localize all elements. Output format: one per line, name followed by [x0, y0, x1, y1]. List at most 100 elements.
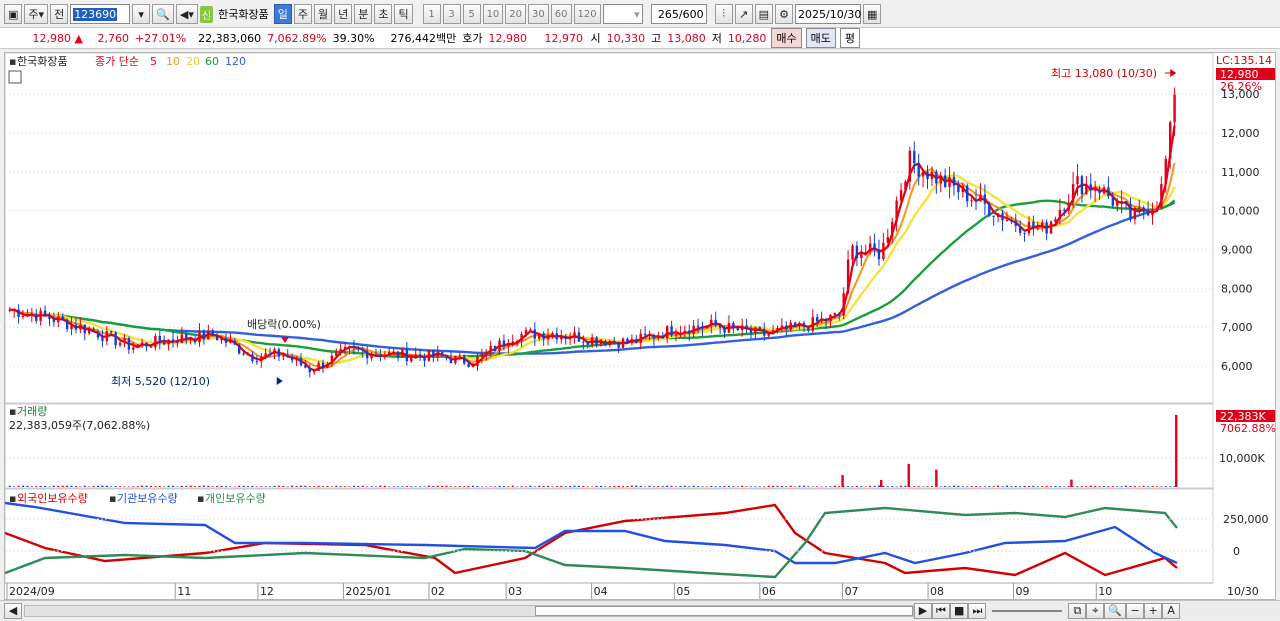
stock-code-input[interactable]: 123690	[70, 4, 131, 24]
volume-bar	[750, 486, 753, 487]
volume-ratio: 7,062.89%	[267, 31, 327, 45]
settings-gear-icon[interactable]: ⚙	[775, 4, 793, 24]
interval-10[interactable]: 10	[482, 4, 504, 24]
candle-body	[207, 330, 210, 340]
zoom-in-icon[interactable]: 🔍	[1104, 602, 1127, 619]
interval-3[interactable]: 3	[442, 4, 461, 24]
plus-icon[interactable]: +	[1144, 602, 1163, 619]
save-icon[interactable]: ▤	[754, 4, 773, 24]
search-icon[interactable]: 🔍	[152, 4, 174, 24]
volume-bar	[1001, 486, 1004, 487]
candle-body	[17, 309, 20, 317]
tab-tick[interactable]: 틱	[394, 4, 413, 24]
zoom-slider[interactable]	[992, 609, 1063, 612]
scroll-thumb[interactable]	[535, 605, 913, 616]
chart-window-icon[interactable]: ▣	[4, 4, 23, 24]
date-input[interactable]: 2025/10/30	[795, 4, 861, 24]
volume-bar	[436, 485, 439, 487]
volume-bar	[1151, 486, 1154, 487]
interval-1[interactable]: 1	[422, 4, 441, 24]
interval-30[interactable]: 30	[528, 4, 549, 24]
candle-body	[1054, 219, 1057, 222]
volume-bar	[873, 485, 876, 487]
table-toggle-icon[interactable]	[8, 70, 22, 84]
candle-body	[851, 245, 854, 260]
candle-body	[396, 351, 400, 358]
chart-svg[interactable]: 13,00012,00011,00010,0009,0008,0007,0006…	[4, 52, 1276, 599]
volume-bar	[458, 486, 461, 487]
tab-month[interactable]: 월	[313, 4, 333, 24]
candle-type-icon[interactable]: ⫶	[714, 4, 733, 24]
interval-60[interactable]: 60	[550, 4, 572, 24]
indicator-icon[interactable]: ↗	[734, 4, 753, 24]
volume-bar	[613, 485, 616, 487]
buy-button[interactable]: 매수	[771, 28, 802, 48]
candle-body	[118, 342, 122, 346]
interval-5[interactable]: 5	[462, 4, 481, 24]
volume-bar	[573, 485, 576, 487]
volume-bar	[710, 486, 713, 487]
candle-body	[1111, 196, 1115, 206]
x-axis-label: 09	[1016, 585, 1030, 598]
tab-day[interactable]: 일	[273, 4, 292, 24]
scroll-track[interactable]	[24, 604, 914, 617]
tab-minute[interactable]: 분	[354, 4, 373, 24]
sell-button[interactable]: 매도	[805, 28, 836, 48]
stop-icon[interactable]: ■	[950, 602, 969, 619]
crosshair-icon[interactable]: ⌖	[1086, 602, 1105, 619]
interval-120[interactable]: 120	[573, 4, 601, 24]
toolbar: ▣ 주 ▾ 전 123690 ▾ 🔍 ◀▾ 신 한국화장품 일 주 월 년 분 초…	[0, 3, 1280, 25]
volume-bar	[524, 486, 527, 487]
ask-price: 12,980	[488, 31, 528, 45]
candle-body	[326, 363, 329, 368]
candle-body	[904, 181, 907, 191]
candle-body	[467, 363, 470, 368]
candle-body	[639, 333, 642, 343]
legend-stock-name: 한국화장품	[17, 55, 68, 68]
candle-body	[65, 319, 69, 330]
calendar-icon[interactable]: ▦	[863, 4, 882, 24]
candle-body	[432, 350, 435, 357]
candle-body	[582, 341, 585, 343]
x-axis-label: 04	[594, 585, 608, 598]
play-icon[interactable]: ▶	[914, 602, 932, 619]
scope-select-all[interactable]: 전	[50, 4, 69, 24]
forward-icon[interactable]: ⏭	[968, 602, 987, 619]
speaker-icon[interactable]: ◀▾	[175, 4, 198, 24]
volume-dot: ▪	[9, 405, 16, 418]
text-tool-icon[interactable]: A	[1162, 602, 1181, 619]
candle-body	[458, 355, 462, 357]
chart-area[interactable]: 13,000 12,000 11,000 10,000 9,000 8,000 7,000 6…	[4, 52, 1276, 600]
volume-bar	[13, 486, 16, 487]
x-axis-label: 06	[762, 585, 776, 598]
candle-body	[560, 336, 563, 340]
rewind-icon[interactable]: ⏮	[932, 602, 950, 619]
dropdown-icon[interactable]: ▾	[132, 4, 151, 24]
volume-bar	[1019, 486, 1022, 487]
period-select-week[interactable]: 주 ▾	[24, 4, 49, 24]
candle-body	[930, 171, 934, 179]
interval-20[interactable]: 20	[505, 4, 527, 24]
minus-icon[interactable]: −	[1126, 602, 1145, 619]
eval-button[interactable]: 평	[839, 28, 861, 48]
volume-bar	[1111, 486, 1114, 487]
candle-body	[604, 340, 607, 346]
candle-body	[445, 356, 448, 359]
interval-custom-input[interactable]: ▾	[602, 4, 643, 24]
candle-body	[70, 324, 73, 330]
candle-body	[1036, 227, 1040, 229]
volume-bar	[1010, 486, 1013, 487]
scroll-left-icon[interactable]: ◀	[4, 602, 22, 619]
tab-week[interactable]: 주	[293, 4, 312, 24]
volume-bar	[1005, 485, 1008, 487]
candle-body	[211, 330, 214, 336]
tab-year[interactable]: 년	[334, 4, 353, 24]
tab-second[interactable]: 초	[374, 4, 393, 24]
legend-ma-120: 120	[225, 55, 246, 68]
volume-bar	[719, 486, 722, 487]
count-input[interactable]: 265/600	[650, 4, 707, 24]
price-y-tick: 10,000	[1221, 205, 1260, 218]
volume-spike	[1070, 479, 1073, 487]
candle-body	[718, 325, 722, 328]
tools-icon[interactable]: ⧉	[1068, 602, 1087, 619]
